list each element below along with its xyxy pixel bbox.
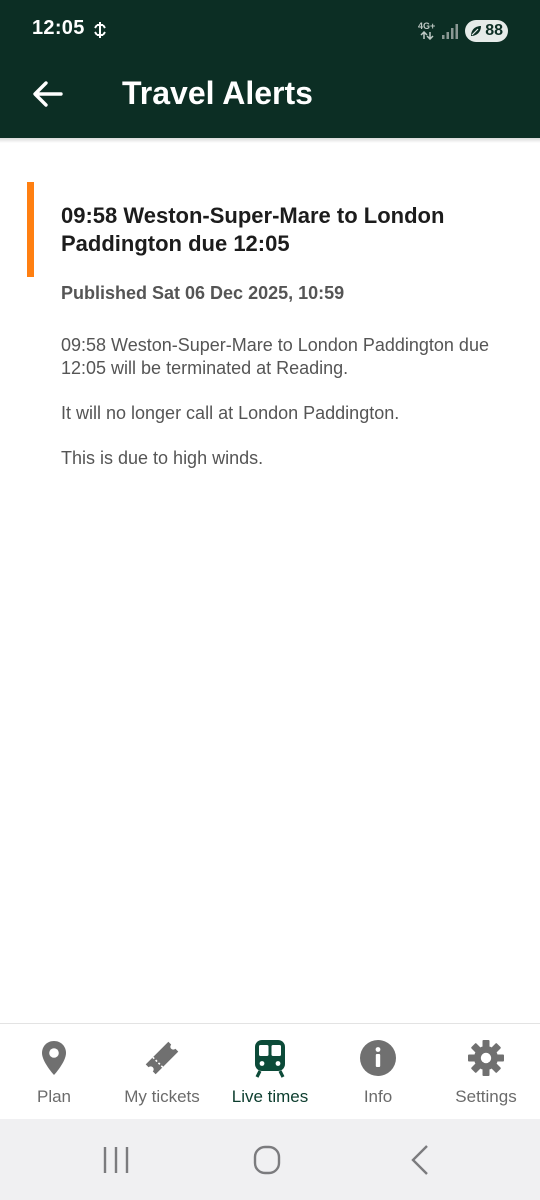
nav-item-plan[interactable]: Plan xyxy=(0,1024,108,1120)
app-bar: Travel Alerts xyxy=(0,60,540,138)
status-bar: 12:05 4G+ 88 xyxy=(0,0,540,60)
nav-label: Plan xyxy=(36,1087,72,1106)
home-button[interactable] xyxy=(247,1143,287,1177)
recent-apps-icon xyxy=(103,1147,129,1173)
nav-label: Live times xyxy=(231,1087,309,1106)
back-icon xyxy=(411,1145,428,1175)
nav-label: Info xyxy=(363,1087,393,1106)
system-back-button[interactable] xyxy=(400,1143,440,1177)
data-arrows-icon xyxy=(420,31,434,40)
recent-apps-button[interactable] xyxy=(96,1143,136,1177)
leaf-icon xyxy=(471,26,482,36)
alert-published-date: Published Sat 06 Dec 2025, 10:59 xyxy=(61,283,345,303)
network-indicator: 4G+ xyxy=(418,22,435,40)
nav-item-info[interactable]: Info xyxy=(324,1024,432,1120)
system-nav-bar xyxy=(0,1119,540,1200)
ticket-icon xyxy=(145,1041,179,1075)
map-pin-icon xyxy=(42,1041,66,1075)
status-time: 12:05 xyxy=(32,17,85,39)
status-indicators: 4G+ 88 xyxy=(418,18,508,44)
nav-label: Settings xyxy=(455,1087,517,1106)
back-button[interactable] xyxy=(28,74,68,114)
info-icon xyxy=(360,1040,396,1076)
alert-paragraph: It will no longer call at London Padding… xyxy=(61,403,400,423)
nav-item-settings[interactable]: Settings xyxy=(432,1024,540,1120)
nav-item-my-tickets[interactable]: My tickets xyxy=(108,1024,216,1120)
nav-item-live-times[interactable]: Live times xyxy=(216,1024,324,1120)
alert-title: 09:58 Weston-Super-Mare to London Paddin… xyxy=(61,203,445,256)
alert-body: 09:58 Weston-Super-Mare to London Paddin… xyxy=(61,334,511,492)
alert-accent-bar xyxy=(27,182,34,277)
train-icon xyxy=(255,1040,285,1078)
gear-icon xyxy=(468,1040,504,1076)
bottom-nav: Plan My tickets Live times Info Settings xyxy=(0,1023,540,1120)
nav-label: My tickets xyxy=(124,1087,200,1106)
alert-paragraph: This is due to high winds. xyxy=(61,448,264,468)
battery-indicator: 88 xyxy=(465,20,508,42)
network-type: 4G+ xyxy=(417,21,436,31)
battery-level: 88 xyxy=(485,22,503,39)
app-bar-shadow xyxy=(0,138,540,143)
alert-paragraph: 09:58 Weston-Super-Mare to London Paddin… xyxy=(61,335,489,378)
home-icon xyxy=(253,1145,281,1175)
page-title: Travel Alerts xyxy=(122,75,313,111)
arrow-left-icon xyxy=(33,81,63,107)
signal-icon xyxy=(442,24,459,39)
vibrate-icon xyxy=(94,22,106,38)
